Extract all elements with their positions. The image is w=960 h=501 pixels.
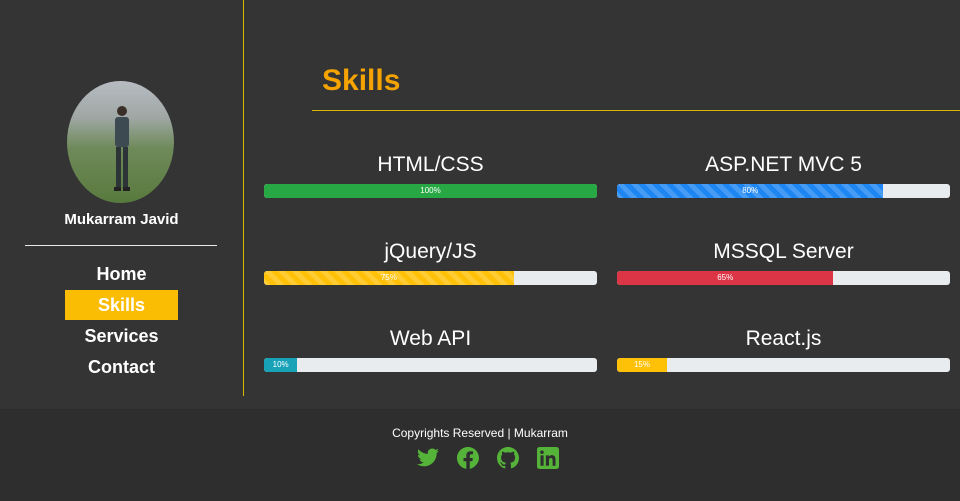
skill-progress-fill: 15% <box>617 358 667 372</box>
skill-progress-bar: 15% <box>617 358 950 372</box>
nav-contact[interactable]: Contact <box>65 352 178 382</box>
nav-skills[interactable]: Skills <box>65 290 178 320</box>
sidebar-divider <box>25 245 217 246</box>
footer: Copyrights Reserved | Mukarram <box>0 409 960 501</box>
nav-services[interactable]: Services <box>65 321 178 351</box>
skill-name: Web API <box>389 327 472 350</box>
copyright-text: Copyrights Reserved | Mukarram <box>392 426 568 440</box>
sidebar: Mukarram Javid Home Skills Services Cont… <box>0 0 244 396</box>
skill-progress-fill: 75% <box>264 271 514 285</box>
skill-name: MSSQL Server <box>713 240 854 263</box>
profile-photo-figure <box>114 106 130 191</box>
skill-react-js: React.js 15% <box>617 325 950 372</box>
nav-home[interactable]: Home <box>65 259 178 289</box>
page-title: Skills <box>322 64 401 97</box>
skill-progress-bar: 80% <box>617 184 950 198</box>
skill-html-css: HTML/CSS 100% <box>264 151 597 198</box>
facebook-icon[interactable] <box>456 446 480 470</box>
avatar <box>67 81 174 203</box>
skill-aspnet-mvc: ASP.NET MVC 5 80% <box>617 151 950 198</box>
github-icon[interactable] <box>496 446 520 470</box>
skill-progress-fill: 80% <box>617 184 884 198</box>
skill-progress-fill: 10% <box>264 358 298 372</box>
skill-name: HTML/CSS <box>377 153 484 176</box>
skill-progress-bar: 10% <box>264 358 597 372</box>
skill-progress-bar: 65% <box>617 271 950 285</box>
main-nav: Home Skills Services Contact <box>0 259 243 383</box>
profile-name: Mukarram Javid <box>64 211 179 228</box>
twitter-icon[interactable] <box>416 446 440 470</box>
skill-name: ASP.NET MVC 5 <box>705 153 862 176</box>
skill-name: React.js <box>745 327 822 350</box>
skill-progress-bar: 100% <box>264 184 597 198</box>
linkedin-icon[interactable] <box>536 446 560 470</box>
skill-web-api: Web API 10% <box>264 325 597 372</box>
skill-progress-bar: 75% <box>264 271 597 285</box>
skill-name: jQuery/JS <box>384 240 477 263</box>
skill-progress-fill: 65% <box>617 271 834 285</box>
skill-progress-fill: 100% <box>264 184 597 198</box>
social-links <box>416 446 560 470</box>
skill-mssql-server: MSSQL Server 65% <box>617 238 950 285</box>
skill-jquery-js: jQuery/JS 75% <box>264 238 597 285</box>
title-rule <box>312 110 960 111</box>
